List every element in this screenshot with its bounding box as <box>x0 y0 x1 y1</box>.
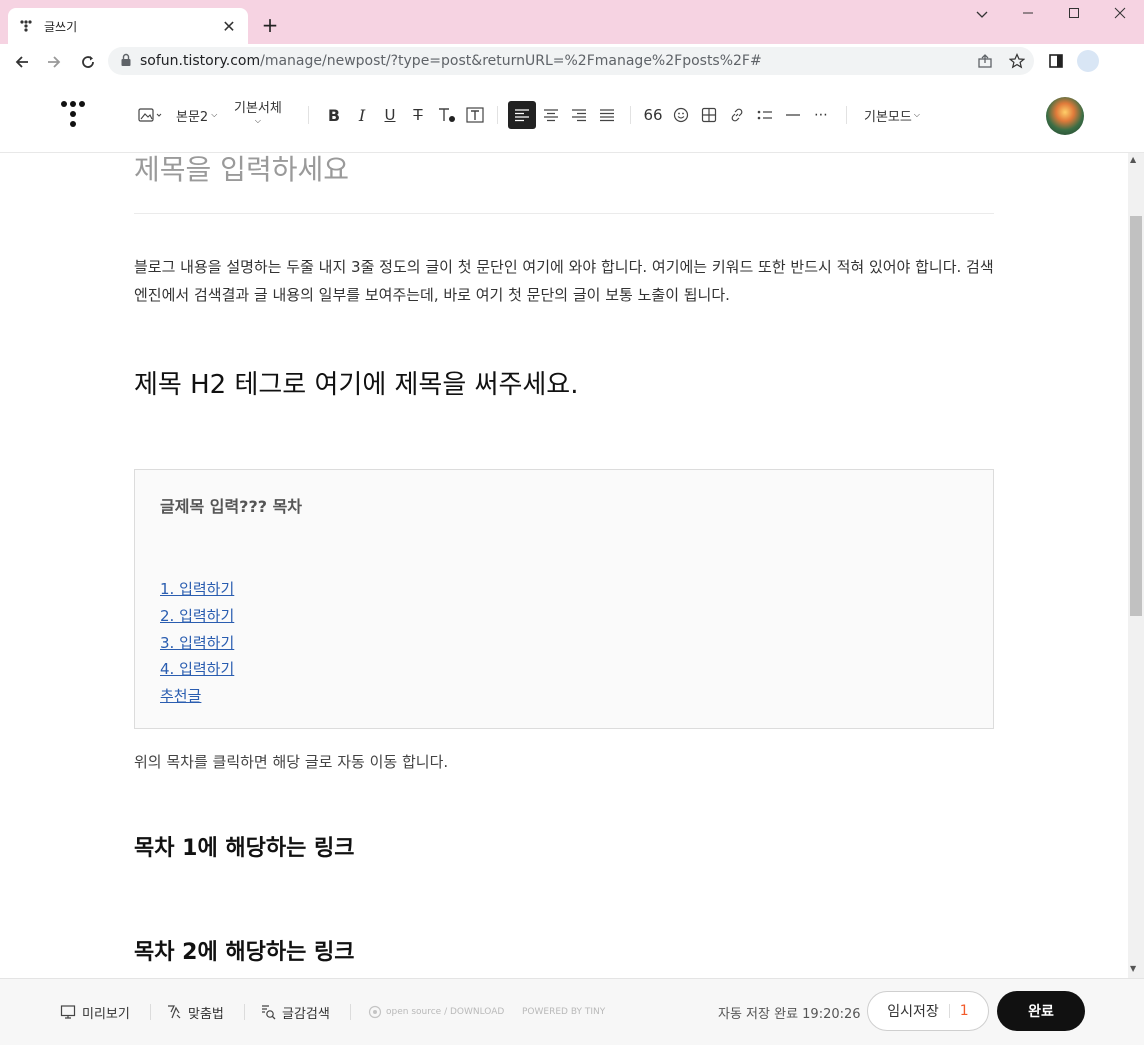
url-domain: sofun.tistory.com <box>140 53 261 69</box>
lock-icon <box>120 52 132 71</box>
powered-by-label: POWERED BY TINY <box>522 1007 606 1017</box>
table-icon[interactable] <box>698 103 720 127</box>
toc-link-4[interactable]: 4. 입력하기 <box>160 658 234 679</box>
toc-title: 글제목 입력??? 목차 <box>160 497 303 516</box>
spellcheck-button[interactable]: 맞춤법 <box>166 1002 224 1022</box>
toc-link-recommended[interactable]: 추천글 <box>160 685 201 706</box>
h2-heading[interactable]: 제목 H2 테그로 여기에 제목을 써주세요. <box>134 364 578 401</box>
search-document-icon <box>260 1004 276 1020</box>
bookmark-star-icon[interactable] <box>1008 52 1026 70</box>
opensource-download-link[interactable]: open source / DOWNLOAD <box>368 1002 504 1022</box>
toc-note[interactable]: 위의 목차를 클릭하면 해당 글로 자동 이동 합니다. <box>134 751 448 772</box>
powered-by-tiny: POWERED BY TINY <box>522 1002 605 1022</box>
toc-link-3[interactable]: 3. 입력하기 <box>160 632 234 653</box>
link-icon[interactable] <box>726 103 748 127</box>
toolbar-divider <box>308 106 309 124</box>
paragraph-style-dropdown[interactable]: 본문2 ⌵ <box>176 103 217 127</box>
toolbar-divider <box>497 106 498 124</box>
draft-count[interactable]: 1 <box>960 1003 969 1019</box>
tab-search-chevron-icon[interactable] <box>959 4 1005 28</box>
tab-title: 글쓰기 <box>44 19 78 34</box>
footer-divider <box>150 1004 151 1020</box>
close-window-icon[interactable] <box>1097 4 1143 28</box>
font-family-dropdown[interactable]: 기본서체 ⌵ <box>234 101 282 127</box>
url-path: /manage/newpost/?type=post&returnURL=%2F… <box>260 53 762 69</box>
share-icon[interactable] <box>976 52 994 70</box>
material-search-button[interactable]: 글감검색 <box>260 1002 330 1022</box>
tistory-favicon-icon <box>18 18 34 34</box>
more-options-icon[interactable]: ⋯ <box>810 103 832 127</box>
spellcheck-label: 맞춤법 <box>188 1006 224 1022</box>
editor-mode-dropdown[interactable]: 기본모드 ⌵ <box>864 103 920 127</box>
italic-icon[interactable]: I <box>352 103 372 127</box>
bold-icon[interactable]: B <box>324 103 344 127</box>
chevron-down-icon: ⌵ <box>211 110 218 119</box>
forward-icon[interactable] <box>42 50 66 74</box>
strikethrough-icon[interactable]: T <box>408 103 428 127</box>
reload-icon[interactable] <box>76 50 100 74</box>
draft-divider <box>948 1004 950 1018</box>
title-divider <box>134 213 994 214</box>
tistory-logo-icon[interactable] <box>60 100 86 132</box>
material-search-label: 글감검색 <box>282 1006 330 1022</box>
url-text: sofun.tistory.com/manage/newpost/?type=p… <box>140 53 762 69</box>
footer-divider <box>244 1004 245 1020</box>
preview-label: 미리보기 <box>82 1006 130 1022</box>
preview-button[interactable]: 미리보기 <box>60 1002 130 1022</box>
opensource-label: open source / DOWNLOAD <box>386 1007 505 1017</box>
scroll-down-icon[interactable]: ▼ <box>1130 964 1136 973</box>
paragraph-style-label: 본문2 <box>176 109 209 125</box>
bullet-list-icon[interactable] <box>754 103 776 127</box>
opensource-icon <box>368 1005 382 1019</box>
spellcheck-icon <box>166 1004 182 1020</box>
intro-paragraph[interactable]: 블로그 내용을 설명하는 두줄 내지 3줄 정도의 글이 첫 문단인 여기에 와… <box>134 253 994 309</box>
draft-save-label: 임시저장 <box>887 1004 939 1020</box>
toolbar-divider <box>630 106 631 124</box>
maximize-icon[interactable] <box>1051 4 1097 28</box>
monitor-icon <box>60 1004 76 1020</box>
image-insert-icon[interactable] <box>136 103 166 127</box>
editor-mode-label: 기본모드 <box>864 109 912 125</box>
quote-icon[interactable]: 66 <box>642 103 664 127</box>
scrollbar-thumb[interactable] <box>1130 216 1142 616</box>
tab-close-icon[interactable]: ✕ <box>220 17 238 36</box>
section-heading-2[interactable]: 목차 2에 해당하는 링크 <box>134 934 354 966</box>
back-icon[interactable] <box>10 50 34 74</box>
address-bar[interactable]: sofun.tistory.com/manage/newpost/?type=p… <box>108 47 1034 75</box>
text-color-icon[interactable] <box>436 103 458 127</box>
minimize-icon[interactable] <box>1005 4 1051 28</box>
align-center-icon[interactable] <box>540 103 562 127</box>
align-right-icon[interactable] <box>568 103 590 127</box>
toolbar-divider <box>846 106 847 124</box>
toc-link-2[interactable]: 2. 입력하기 <box>160 605 234 626</box>
user-avatar[interactable] <box>1046 97 1084 135</box>
profile-avatar[interactable] <box>1077 50 1099 72</box>
chevron-down-icon: ⌵ <box>254 116 261 125</box>
side-panel-icon[interactable] <box>1047 52 1065 70</box>
section-heading-1[interactable]: 목차 1에 해당하는 링크 <box>134 830 354 862</box>
publish-done-button[interactable]: 완료 <box>997 991 1085 1031</box>
chevron-down-icon: ⌵ <box>913 110 920 119</box>
emoji-icon[interactable] <box>670 103 692 127</box>
toc-link-1[interactable]: 1. 입력하기 <box>160 578 234 599</box>
align-justify-icon[interactable] <box>596 103 618 127</box>
autosave-status: 자동 저장 완료 19:20:26 <box>718 1007 861 1022</box>
font-family-label: 기본서체 <box>234 101 282 116</box>
align-left-icon[interactable] <box>508 101 536 129</box>
draft-save-button[interactable]: 임시저장 1 <box>867 991 989 1031</box>
underline-icon[interactable]: U <box>380 103 400 127</box>
footer-divider <box>350 1004 351 1020</box>
text-background-icon[interactable] <box>464 103 486 127</box>
post-title-input[interactable]: 제목을 입력하세요 <box>134 148 349 188</box>
horizontal-line-icon[interactable] <box>782 103 804 127</box>
browser-tab[interactable]: 글쓰기 ✕ <box>8 8 248 44</box>
scroll-up-icon[interactable]: ▲ <box>1130 155 1136 164</box>
new-tab-icon[interactable]: + <box>258 13 282 37</box>
